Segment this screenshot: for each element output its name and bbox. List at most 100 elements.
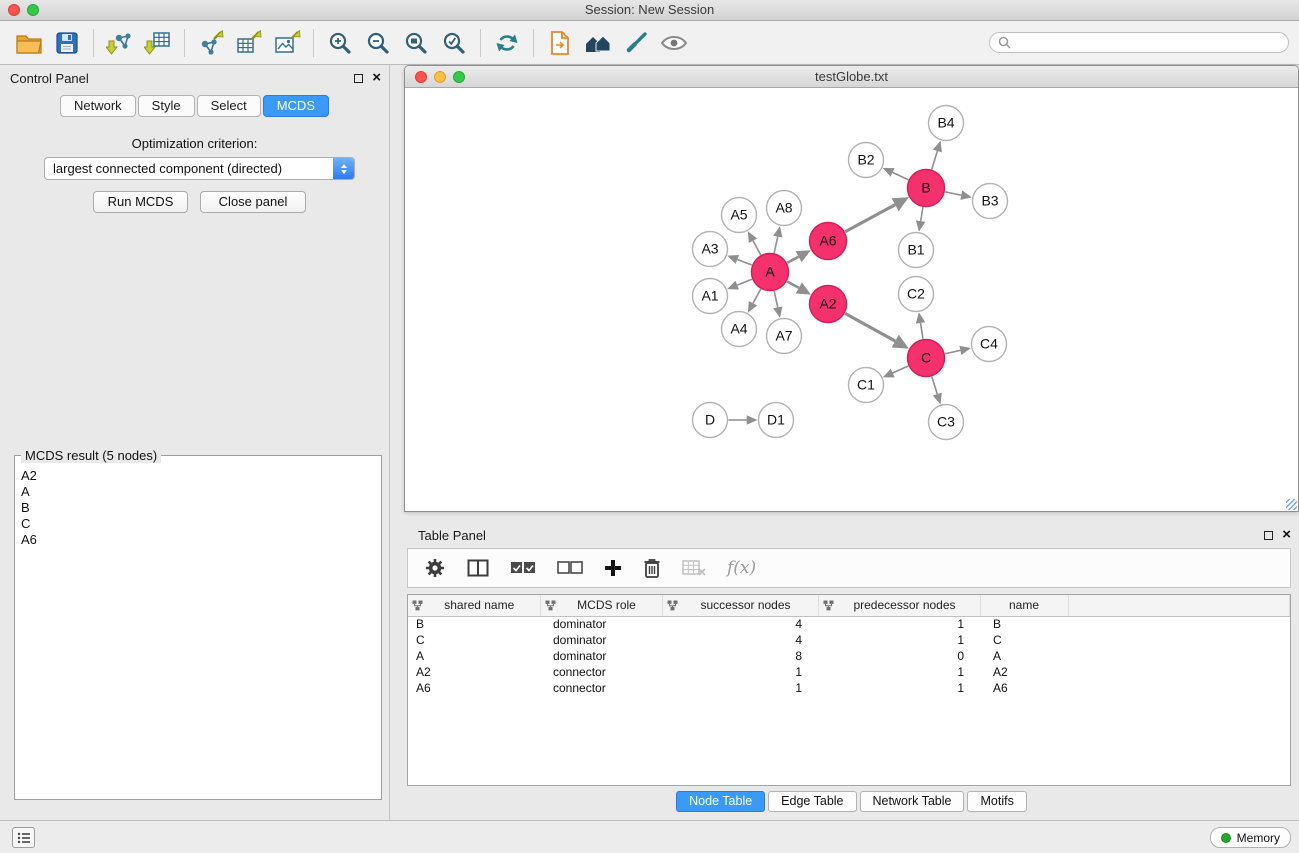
cell-mcds-role[interactable]: dominator <box>540 632 662 648</box>
network-minimize-button[interactable] <box>434 71 446 83</box>
graph-edge-A6-B[interactable] <box>845 205 895 232</box>
show-hide-button[interactable] <box>655 25 693 61</box>
cell-shared-name[interactable]: A2 <box>408 664 540 680</box>
tab-network-table[interactable]: Network Table <box>860 791 965 812</box>
graph-edge-A-A5[interactable] <box>753 241 761 255</box>
zoom-fit-button[interactable] <box>397 25 435 61</box>
memory-button[interactable]: Memory <box>1210 827 1291 848</box>
cell-shared-name[interactable]: A6 <box>408 680 540 696</box>
cell-name[interactable]: A6 <box>980 680 1068 696</box>
graph-edge-C-C3[interactable] <box>932 377 937 394</box>
graph-edge-A-A3[interactable] <box>737 259 751 265</box>
task-history-button[interactable] <box>12 827 35 848</box>
cell-successor-nodes[interactable]: 1 <box>662 680 818 696</box>
cell-mcds-role[interactable]: connector <box>540 664 662 680</box>
cell-predecessor-nodes[interactable]: 0 <box>818 648 980 664</box>
float-panel-icon[interactable] <box>354 74 363 83</box>
graph-edge-C-C1[interactable] <box>893 366 908 373</box>
graph-edge-B-B1[interactable] <box>921 207 923 221</box>
column-header-name[interactable]: name <box>980 595 1068 616</box>
table-row[interactable]: Cdominator41C <box>408 632 1290 648</box>
cell-predecessor-nodes[interactable]: 1 <box>818 680 980 696</box>
table-row[interactable]: Adominator80A <box>408 648 1290 664</box>
deselect-all-button[interactable] <box>557 561 583 575</box>
zoom-window-button[interactable] <box>27 4 39 16</box>
network-window-titlebar[interactable]: testGlobe.txt <box>405 66 1298 88</box>
network-graph[interactable]: B4B2BB3A5A8A6B1A3AC2A1A2A4A7C4CC1C3DD1 <box>405 89 1298 511</box>
criterion-select[interactable]: largest connected component (directed) <box>44 157 355 180</box>
column-header-shared-name[interactable]: shared name <box>408 595 540 616</box>
home-button[interactable] <box>579 25 617 61</box>
close-panel-button[interactable]: Close panel <box>200 191 306 213</box>
tab-node-table[interactable]: Node Table <box>676 791 765 812</box>
graph-edge-C-C2[interactable] <box>921 323 923 339</box>
float-panel-icon[interactable] <box>1264 531 1273 540</box>
graph-edge-A-A8[interactable] <box>774 237 778 253</box>
zoom-in-button[interactable] <box>321 25 359 61</box>
add-column-button[interactable] <box>604 559 622 577</box>
resize-grip[interactable] <box>1286 499 1297 510</box>
cell-successor-nodes[interactable]: 1 <box>662 664 818 680</box>
column-header-mcds-role[interactable]: MCDS role <box>540 595 662 616</box>
cell-predecessor-nodes[interactable]: 1 <box>818 632 980 648</box>
search-input[interactable] <box>1016 36 1280 50</box>
tab-motifs[interactable]: Motifs <box>967 791 1026 812</box>
delete-column-button[interactable] <box>643 557 661 579</box>
tab-edge-table[interactable]: Edge Table <box>768 791 856 812</box>
save-session-button[interactable] <box>48 25 86 61</box>
result-item[interactable]: C <box>21 516 375 532</box>
export-table-button[interactable] <box>230 25 268 61</box>
show-columns-button[interactable] <box>467 559 489 577</box>
tab-mcds[interactable]: MCDS <box>263 95 329 117</box>
open-file-button[interactable] <box>10 25 48 61</box>
network-zoom-button[interactable] <box>453 71 465 83</box>
delete-table-button[interactable] <box>682 560 706 576</box>
cell-mcds-role[interactable]: connector <box>540 680 662 696</box>
export-image-button[interactable] <box>268 25 306 61</box>
graph-edge-A-A1[interactable] <box>737 279 752 285</box>
graph-edge-A-A7[interactable] <box>774 291 778 307</box>
table-row[interactable]: A6connector11A6 <box>408 680 1290 696</box>
zoom-selected-button[interactable] <box>435 25 473 61</box>
run-mcds-button[interactable]: Run MCDS <box>93 191 188 213</box>
cell-shared-name[interactable]: B <box>408 616 540 632</box>
graph-edge-A-A2[interactable] <box>787 281 799 287</box>
close-panel-icon[interactable]: × <box>372 72 381 84</box>
cell-successor-nodes[interactable]: 4 <box>662 632 818 648</box>
graph-edge-B-B4[interactable] <box>932 151 938 169</box>
graph-edge-A2-C[interactable] <box>845 313 895 341</box>
select-all-button[interactable] <box>510 561 536 575</box>
graph-edge-A-A6[interactable] <box>787 257 798 263</box>
result-item[interactable]: A6 <box>21 532 375 548</box>
cell-shared-name[interactable]: C <box>408 632 540 648</box>
result-item[interactable]: A2 <box>21 468 375 484</box>
graph-edge-A-A4[interactable] <box>753 289 761 303</box>
table-row[interactable]: A2connector11A2 <box>408 664 1290 680</box>
graph-edge-B-B2[interactable] <box>893 172 909 179</box>
cell-name[interactable]: A2 <box>980 664 1068 680</box>
network-canvas[interactable]: B4B2BB3A5A8A6B1A3AC2A1A2A4A7C4CC1C3DD1 <box>405 89 1298 511</box>
zoom-out-button[interactable] <box>359 25 397 61</box>
column-header-predecessor-nodes[interactable]: predecessor nodes <box>818 595 980 616</box>
result-item[interactable]: B <box>21 500 375 516</box>
style-brush-button[interactable] <box>617 25 655 61</box>
cell-predecessor-nodes[interactable]: 1 <box>818 616 980 632</box>
cell-name[interactable]: A <box>980 648 1068 664</box>
tab-select[interactable]: Select <box>197 95 261 117</box>
graph-edge-C-C4[interactable] <box>945 350 960 353</box>
close-window-button[interactable] <box>8 4 20 16</box>
apply-layout-button[interactable] <box>488 25 526 61</box>
graph-edge-B-B3[interactable] <box>945 192 961 195</box>
cell-name[interactable]: C <box>980 632 1068 648</box>
network-close-button[interactable] <box>415 71 427 83</box>
import-network-button[interactable] <box>101 25 139 61</box>
cell-predecessor-nodes[interactable]: 1 <box>818 664 980 680</box>
function-builder-button[interactable]: f(x) <box>727 558 756 578</box>
table-row[interactable]: Bdominator41B <box>408 616 1290 632</box>
cell-successor-nodes[interactable]: 8 <box>662 648 818 664</box>
cell-name[interactable]: B <box>980 616 1068 632</box>
tab-style[interactable]: Style <box>138 95 195 117</box>
import-table-button[interactable] <box>139 25 177 61</box>
cell-successor-nodes[interactable]: 4 <box>662 616 818 632</box>
export-network-button[interactable] <box>192 25 230 61</box>
